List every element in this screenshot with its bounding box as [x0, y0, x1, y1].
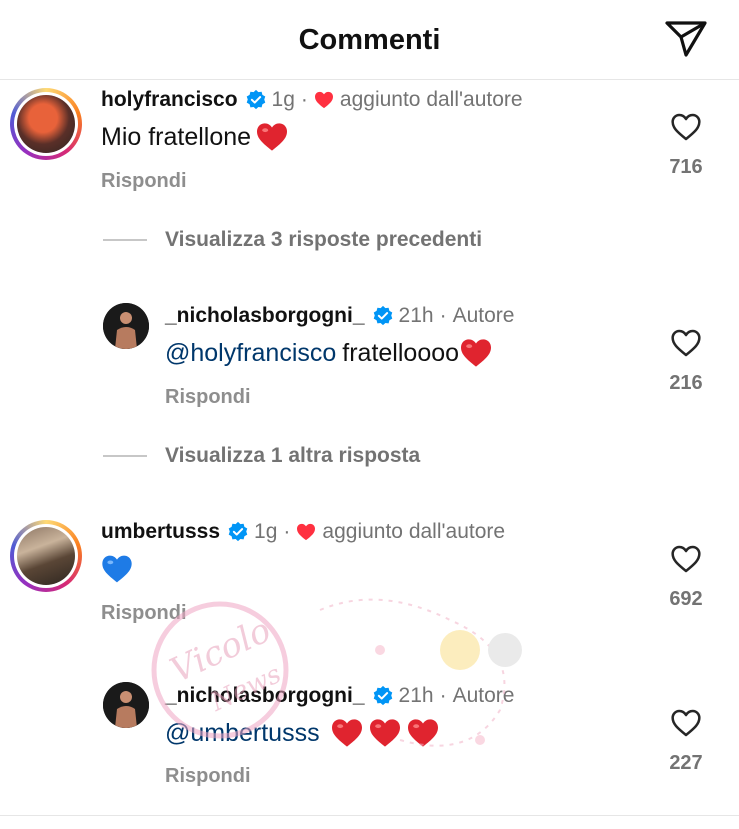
like-button[interactable]: 216	[656, 328, 716, 395]
comment-text: Mio fratellone	[101, 122, 289, 152]
timestamp: 1g	[254, 520, 278, 543]
comment-text	[101, 554, 133, 584]
heart-outline-icon[interactable]	[670, 708, 702, 738]
timestamp: 1g	[271, 88, 295, 111]
avatar-image	[103, 303, 149, 349]
like-count: 216	[669, 372, 703, 394]
view-previous-replies-button[interactable]: Visualizza 3 risposte precedenti	[103, 228, 482, 252]
author-added-label: aggiunto dall'autore	[322, 520, 506, 543]
like-count: 692	[669, 588, 703, 610]
separator-dot: ·	[439, 304, 447, 327]
author-label: Autore	[452, 684, 515, 707]
divider	[103, 455, 147, 457]
avatar[interactable]	[10, 88, 82, 160]
red-heart-emoji-icon	[369, 719, 400, 747]
avatar[interactable]	[10, 520, 82, 592]
separator-dot: ·	[283, 520, 291, 543]
like-button[interactable]: 716	[656, 112, 716, 179]
like-button[interactable]: 692	[656, 544, 716, 611]
avatar[interactable]	[103, 682, 149, 728]
mention-link[interactable]: @holyfrancisco	[165, 339, 336, 368]
comment-text: @umbertusss	[165, 718, 440, 748]
comment-meta: umbertusss 1g · aggiunto dall'autore	[101, 520, 505, 544]
separator-dot: ·	[300, 88, 308, 111]
view-more-replies-button[interactable]: Visualizza 1 altra risposta	[103, 444, 420, 468]
comment-meta: holyfrancisco 1g · aggiunto dall'autore	[101, 88, 523, 112]
heart-outline-icon[interactable]	[670, 328, 702, 358]
red-heart-emoji-icon	[257, 123, 288, 151]
author-label: Autore	[452, 304, 515, 327]
username[interactable]: _nicholasborgogni_	[165, 304, 365, 328]
avatar-image	[103, 682, 149, 728]
like-count: 716	[669, 156, 703, 178]
divider	[0, 815, 739, 816]
divider	[103, 239, 147, 241]
header: Commenti	[0, 0, 739, 80]
reply-button[interactable]: Rispondi	[165, 765, 251, 788]
separator-dot: ·	[439, 684, 447, 707]
author-added-label: aggiunto dall'autore	[339, 88, 523, 111]
send-icon[interactable]	[664, 20, 708, 58]
heart-filled-icon	[297, 523, 316, 541]
avatar[interactable]	[103, 303, 149, 349]
reply-button[interactable]: Rispondi	[165, 386, 251, 409]
reply-button[interactable]: Rispondi	[101, 170, 187, 193]
comment-text: @holyfrancisco fratelloooo	[165, 338, 493, 368]
heart-outline-icon[interactable]	[670, 112, 702, 142]
red-heart-emoji-icon	[331, 719, 362, 747]
timestamp: 21h	[398, 304, 434, 327]
timestamp: 21h	[398, 684, 434, 707]
like-button[interactable]: 227	[656, 708, 716, 775]
comment-meta: _nicholasborgogni_ 21h · Autore	[165, 304, 514, 328]
page-title: Commenti	[298, 24, 441, 56]
verified-badge-icon	[228, 521, 248, 542]
verified-badge-icon	[246, 89, 265, 110]
username[interactable]: holyfrancisco	[101, 88, 238, 112]
username[interactable]: umbertusss	[101, 520, 220, 544]
mention-link[interactable]: @umbertusss	[165, 719, 320, 748]
heart-filled-icon	[314, 91, 333, 109]
comment-meta: _nicholasborgogni_ 21h · Autore	[165, 684, 514, 708]
username[interactable]: _nicholasborgogni_	[165, 684, 365, 708]
like-count: 227	[669, 752, 703, 774]
reply-button[interactable]: Rispondi	[101, 602, 187, 625]
verified-badge-icon	[373, 685, 392, 706]
comment-body: fratelloooo	[342, 338, 460, 367]
blue-heart-emoji-icon	[102, 555, 132, 583]
view-replies-label[interactable]: Visualizza 3 risposte precedenti	[165, 228, 482, 252]
heart-outline-icon[interactable]	[670, 544, 702, 574]
comment-body: Mio fratellone	[101, 122, 252, 151]
red-heart-emoji-icon	[461, 339, 492, 367]
view-more-label[interactable]: Visualizza 1 altra risposta	[165, 444, 420, 468]
red-heart-emoji-icon	[407, 719, 438, 747]
verified-badge-icon	[373, 305, 392, 326]
